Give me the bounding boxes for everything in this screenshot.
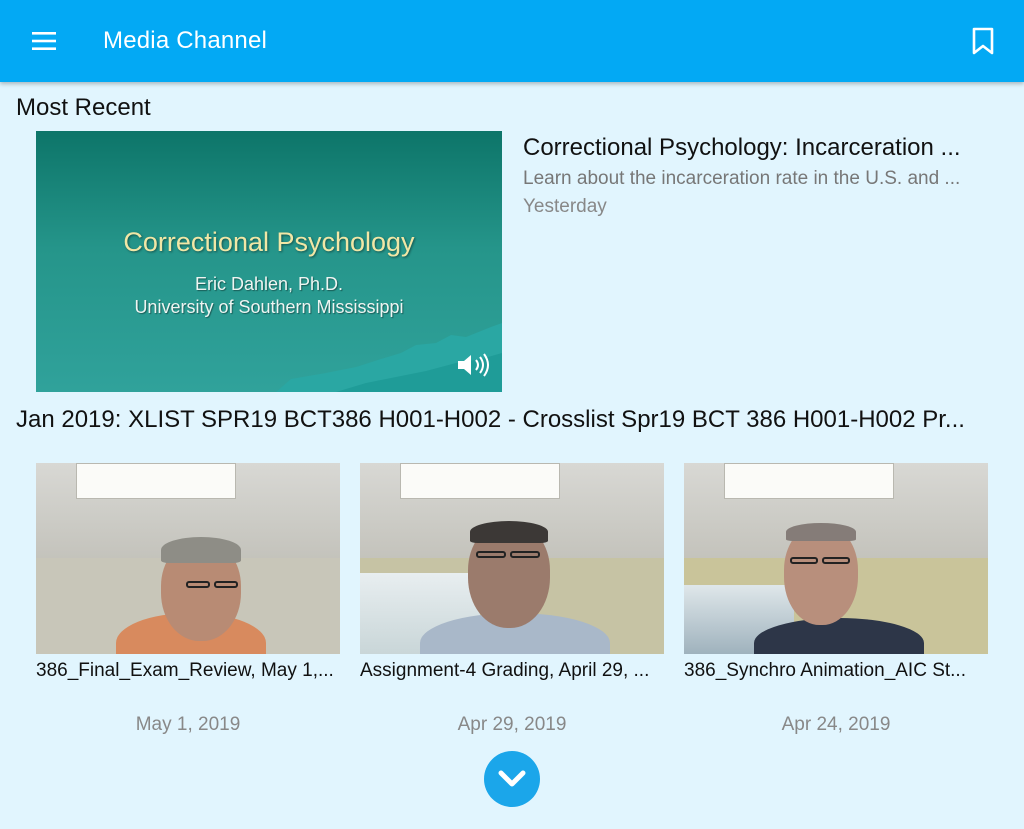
video-date: May 1, 2019 <box>135 714 241 735</box>
app-bar: Media Channel <box>0 0 1024 82</box>
featured-video-info[interactable]: Correctional Psychology: Incarceration .… <box>523 134 993 218</box>
most-recent-heading: Most Recent <box>16 94 151 121</box>
video-thumbnail[interactable] <box>360 463 664 654</box>
chevron-down-icon <box>498 770 526 787</box>
slide-author: Eric Dahlen, Ph.D. <box>194 274 344 294</box>
slide-university: University of Southern Mississippi <box>134 297 404 317</box>
video-title[interactable]: 386_Synchro Animation_AIC St... <box>684 660 988 682</box>
video-date: Apr 24, 2019 <box>781 714 891 735</box>
bookmark-icon <box>972 27 994 55</box>
video-thumbnail[interactable] <box>36 463 340 654</box>
video-card[interactable]: Assignment-4 Grading, April 29, ... Apr … <box>360 463 664 736</box>
menu-button[interactable] <box>28 26 62 56</box>
mountain-decoration <box>276 323 502 392</box>
featured-video-date: Yesterday <box>523 196 607 217</box>
video-title[interactable]: 386_Final_Exam_Review, May 1,... <box>36 660 340 682</box>
featured-video-thumbnail[interactable]: Correctional Psychology Eric Dahlen, Ph.… <box>36 131 502 392</box>
hamburger-menu-icon <box>32 32 56 50</box>
featured-video-title[interactable]: Correctional Psychology: Incarceration .… <box>523 134 993 162</box>
speaker-icon <box>458 353 489 377</box>
bookmark-button[interactable] <box>968 25 998 57</box>
app-title: Media Channel <box>103 27 268 54</box>
video-card[interactable]: 386_Synchro Animation_AIC St... Apr 24, … <box>684 463 988 736</box>
video-card[interactable]: 386_Final_Exam_Review, May 1,... May 1, … <box>36 463 340 736</box>
slide-title: Correctional Psychology <box>123 227 415 257</box>
video-title[interactable]: Assignment-4 Grading, April 29, ... <box>360 660 664 682</box>
featured-video-description: Learn about the incarceration rate in th… <box>523 168 961 189</box>
video-date: Apr 29, 2019 <box>457 714 567 735</box>
video-thumbnail[interactable] <box>684 463 988 654</box>
playlist-heading[interactable]: Jan 2019: XLIST SPR19 BCT386 H001-H002 -… <box>16 406 1006 434</box>
expand-more-button[interactable] <box>484 751 540 807</box>
